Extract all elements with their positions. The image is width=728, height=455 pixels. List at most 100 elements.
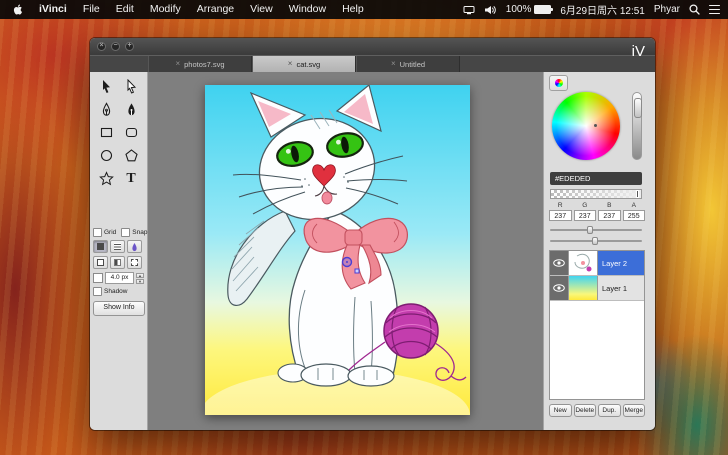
alpha-slider-handle[interactable]	[636, 190, 639, 198]
apple-menu[interactable]	[8, 3, 31, 16]
snap-label: Snap	[132, 229, 147, 236]
layer-row-1[interactable]: Layer 1	[550, 276, 644, 301]
spotlight-icon[interactable]	[689, 4, 700, 15]
menu-item-window[interactable]: Window	[281, 0, 334, 19]
tab-close-icon[interactable]: ×	[175, 60, 180, 68]
tool-polygon[interactable]	[119, 145, 144, 166]
show-info-button[interactable]: Show Info	[93, 301, 145, 316]
channel-alpha: A 255	[623, 202, 646, 221]
layer-merge-button[interactable]: Merge	[623, 404, 646, 417]
alpha-slider[interactable]	[550, 189, 642, 199]
menu-user[interactable]: Phyar	[654, 4, 680, 15]
layers-panel: Layer 2 Layer 1	[549, 250, 645, 400]
menu-status-area: 100% 6月29日周六 12:51 Phyar	[463, 2, 728, 17]
tool-select[interactable]	[94, 76, 119, 97]
tool-rectangle[interactable]	[94, 122, 119, 143]
traffic-lights: × − +	[97, 42, 134, 51]
tab-cat[interactable]: × cat.svg	[252, 56, 356, 72]
rgba-channels: R 237 G 237 B 237 A 255	[549, 202, 645, 221]
stroke-width-field[interactable]: 4.0 px	[105, 272, 134, 284]
tab-photos7[interactable]: × photos7.svg	[148, 56, 252, 72]
channel-red: R 237	[549, 202, 572, 221]
stepper-up-icon[interactable]: ▲	[136, 273, 144, 278]
menu-left: iVinci File Edit Modify Arrange View Win…	[0, 0, 372, 19]
grid-checkbox[interactable]	[93, 228, 102, 237]
color-slider-1-handle[interactable]	[587, 226, 593, 234]
cat-artwork[interactable]	[205, 85, 470, 415]
snap-checkbox[interactable]	[121, 228, 130, 237]
color-mode-button[interactable]	[549, 75, 568, 91]
alpha-value-field[interactable]: 255	[623, 210, 646, 221]
color-slider-1[interactable]	[550, 225, 642, 234]
color-slider-2-handle[interactable]	[592, 237, 598, 245]
fill-solid-button[interactable]	[93, 240, 108, 253]
volume-icon[interactable]	[484, 5, 497, 15]
fill-gradient-button[interactable]	[127, 240, 142, 253]
stepper-down-icon[interactable]: ▼	[136, 279, 144, 284]
tool-panel: T Grid Snap	[90, 72, 148, 430]
stroke-half-button[interactable]	[110, 256, 125, 269]
close-button[interactable]: ×	[97, 42, 106, 51]
menu-item-help[interactable]: Help	[334, 0, 372, 19]
tab-close-icon[interactable]: ×	[288, 60, 293, 68]
layer-row-2[interactable]: Layer 2	[550, 251, 644, 276]
layer-delete-button[interactable]: Delete	[574, 404, 597, 417]
color-wheel[interactable]	[552, 92, 620, 160]
shadow-checkbox[interactable]	[93, 287, 102, 296]
layer-1-visibility-toggle[interactable]	[550, 276, 568, 300]
app-window: iV × − + × photos7.svg × cat.svg × Untit…	[90, 38, 655, 430]
layer-2-thumbnail	[568, 251, 598, 275]
menu-item-app[interactable]: iVinci	[31, 0, 75, 19]
tab-label: photos7.svg	[184, 60, 224, 69]
inspector-panel: #EDEDED R 237 G 237 B 237	[543, 72, 655, 430]
menu-item-view[interactable]: View	[242, 0, 281, 19]
canvas-area[interactable]	[148, 72, 543, 430]
tool-text[interactable]: T	[119, 168, 144, 189]
tool-rounded-rectangle[interactable]	[119, 122, 144, 143]
color-slider-2[interactable]	[550, 236, 642, 245]
menu-item-edit[interactable]: Edit	[108, 0, 142, 19]
zoom-button[interactable]: +	[125, 42, 134, 51]
tool-bezier-pen[interactable]	[119, 99, 144, 120]
layer-2-name[interactable]: Layer 2	[598, 251, 644, 275]
apple-icon	[12, 3, 24, 16]
brightness-slider[interactable]	[632, 92, 642, 160]
stroke-width-checkbox[interactable]	[93, 273, 103, 283]
tool-options: Grid Snap	[90, 228, 148, 316]
tool-pen[interactable]	[94, 99, 119, 120]
brightness-slider-handle[interactable]	[634, 98, 642, 118]
tool-star[interactable]	[94, 168, 119, 189]
menu-item-arrange[interactable]: Arrange	[189, 0, 242, 19]
hex-color-field[interactable]: #EDEDED	[550, 172, 642, 185]
minimize-button[interactable]: −	[111, 42, 120, 51]
color-wheel-icon	[555, 79, 563, 87]
layer-new-button[interactable]: New	[549, 404, 572, 417]
tool-direct-select[interactable]	[119, 76, 144, 97]
fill-pattern-button[interactable]	[110, 240, 125, 253]
window-titlebar[interactable]: × − +	[90, 38, 655, 55]
layer-duplicate-button[interactable]: Dup.	[598, 404, 621, 417]
stroke-dash-button[interactable]	[127, 256, 142, 269]
menu-item-modify[interactable]: Modify	[142, 0, 189, 19]
battery-status[interactable]: 100%	[506, 4, 552, 15]
tab-bar: × photos7.svg × cat.svg × Untitled	[90, 55, 655, 72]
stroke-outline-button[interactable]	[93, 256, 108, 269]
layer-1-name[interactable]: Layer 1	[598, 276, 644, 300]
window-content: T Grid Snap	[90, 72, 655, 430]
tab-close-icon[interactable]: ×	[391, 60, 396, 68]
grid-label: Grid	[104, 229, 116, 236]
blue-value-field[interactable]: 237	[598, 210, 621, 221]
artboard[interactable]	[205, 85, 470, 415]
tool-ellipse[interactable]	[94, 145, 119, 166]
menu-clock[interactable]: 6月29日周六 12:51	[560, 2, 645, 17]
red-value-field[interactable]: 237	[549, 210, 572, 221]
display-icon[interactable]	[463, 5, 475, 15]
layer-2-visibility-toggle[interactable]	[550, 251, 568, 275]
tab-label: cat.svg	[296, 60, 320, 69]
menu-item-file[interactable]: File	[75, 0, 108, 19]
notification-center-icon[interactable]	[709, 5, 720, 14]
tab-label: Untitled	[400, 60, 425, 69]
stroke-width-control: 4.0 px ▲ ▼	[90, 272, 148, 284]
tab-untitled[interactable]: × Untitled	[356, 56, 460, 72]
green-value-field[interactable]: 237	[574, 210, 597, 221]
